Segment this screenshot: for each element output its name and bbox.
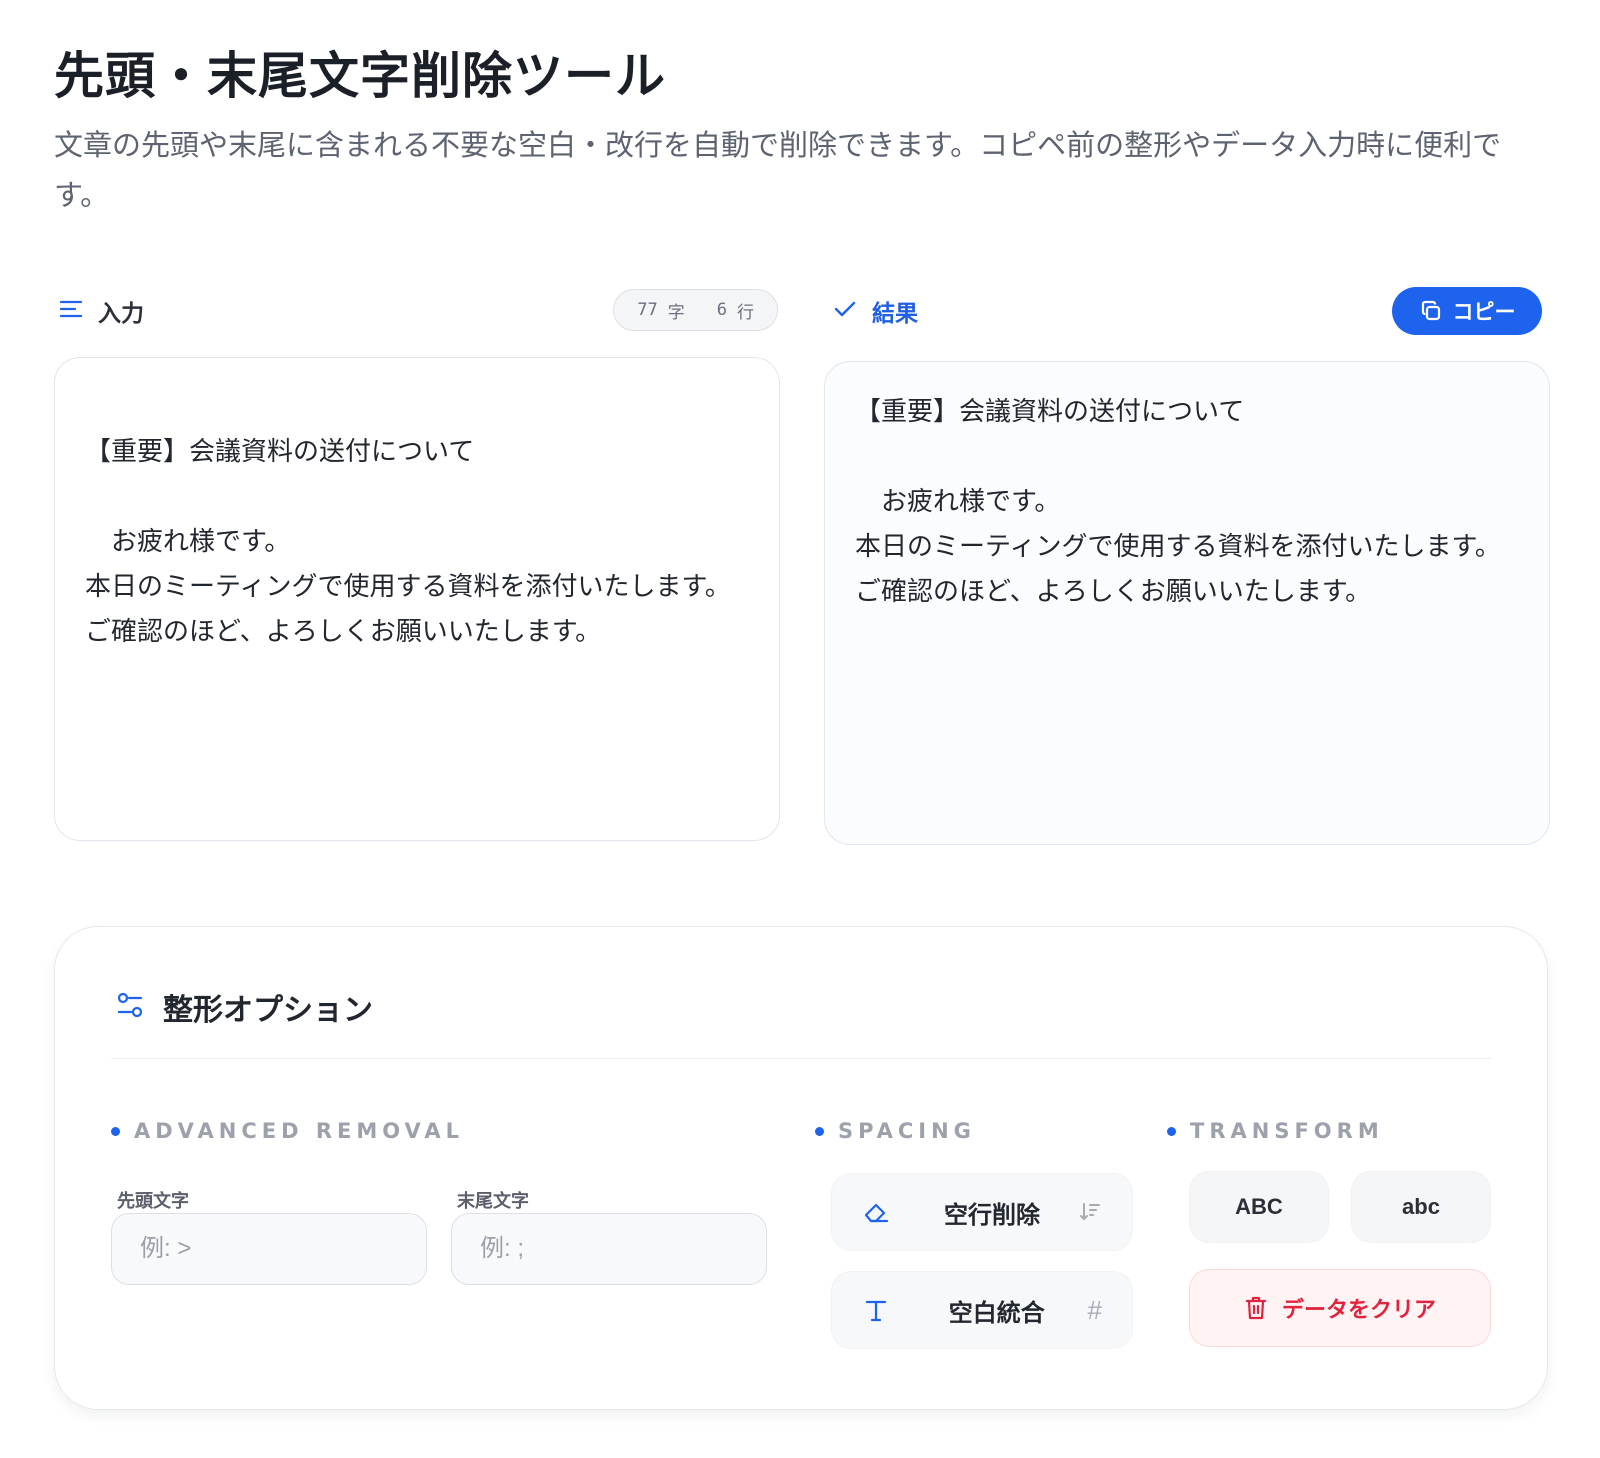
prefix-field-label: 先頭文字	[117, 1191, 189, 1212]
uppercase-button[interactable]: ABC	[1189, 1171, 1329, 1243]
page-title: 先頭・末尾文字削除ツール	[54, 47, 666, 105]
options-divider	[111, 1058, 1491, 1059]
trash-icon	[1245, 1296, 1267, 1320]
clear-data-button[interactable]: データをクリア	[1189, 1269, 1491, 1347]
section-spacing-label: SPACING	[838, 1119, 976, 1143]
line-count-unit: 行	[737, 302, 754, 323]
section-transform-label: TRANSFORM	[1190, 1119, 1384, 1143]
options-header: 整形オプション	[115, 985, 373, 1029]
copy-icon	[1421, 300, 1440, 321]
sort-lines-icon	[1080, 1203, 1100, 1221]
merge-spaces-button[interactable]: 空白統合 #	[831, 1271, 1133, 1349]
clear-data-label: データをクリア	[1281, 1297, 1436, 1322]
result-panel-label: 結果	[872, 301, 918, 327]
suffix-input[interactable]	[451, 1213, 767, 1285]
input-textarea[interactable]: 【重要】会議資料の送付について お疲れ様です。 本日のミーティングで使用する資料…	[54, 357, 780, 841]
section-dot	[815, 1126, 824, 1136]
copy-button[interactable]: コピー	[1392, 287, 1542, 335]
section-spacing: SPACING	[815, 1119, 976, 1143]
options-card: 整形オプション ADVANCED REMOVAL 先頭文字 末尾文字 SPACI…	[54, 926, 1548, 1410]
options-title: 整形オプション	[163, 993, 373, 1028]
section-advanced-removal: ADVANCED REMOVAL	[111, 1119, 464, 1143]
section-transform: TRANSFORM	[1167, 1119, 1384, 1143]
char-count-unit: 字	[667, 302, 685, 323]
copy-button-label: コピー	[1452, 301, 1516, 324]
lowercase-button[interactable]: abc	[1351, 1171, 1491, 1243]
merge-spaces-label: 空白統合	[948, 1299, 1045, 1327]
hash-icon: #	[1087, 1294, 1102, 1325]
suffix-field-label: 末尾文字	[457, 1191, 529, 1212]
remove-blank-lines-label: 空行削除	[944, 1201, 1040, 1229]
text-type-icon	[865, 1300, 887, 1322]
sliders-icon	[115, 990, 145, 1024]
lines-icon	[58, 298, 84, 324]
char-count: 77	[637, 300, 658, 320]
character-counter: 77 字 6 行	[613, 289, 778, 331]
section-advanced-label: ADVANCED REMOVAL	[134, 1119, 465, 1143]
line-count: 6	[716, 300, 727, 320]
check-icon	[832, 298, 858, 324]
section-dot	[1167, 1126, 1176, 1136]
result-output: 【重要】会議資料の送付について お疲れ様です。 本日のミーティングで使用する資料…	[824, 361, 1550, 845]
prefix-input[interactable]	[111, 1213, 427, 1285]
section-dot	[111, 1126, 120, 1136]
input-panel-header: 入力 77 字 6 行	[58, 287, 778, 335]
result-panel-header: 結果 コピー	[832, 287, 1542, 335]
page-description: 文章の先頭や末尾に含まれる不要な空白・改行を自動で削除できます。コピペ前の整形や…	[54, 128, 1502, 212]
input-panel-label: 入力	[98, 301, 144, 327]
remove-blank-lines-button[interactable]: 空行削除	[831, 1173, 1133, 1251]
eraser-icon	[864, 1203, 889, 1223]
